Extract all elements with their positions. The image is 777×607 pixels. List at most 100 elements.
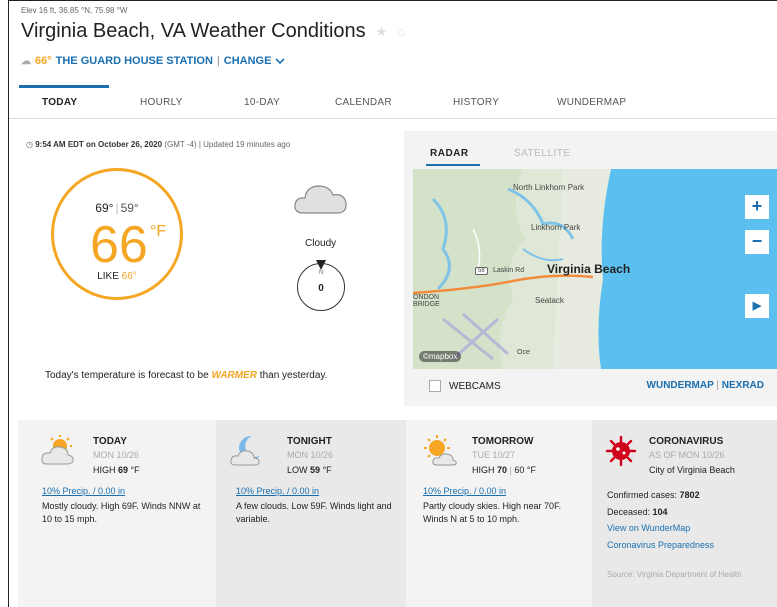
moon-cloud-icon: [230, 435, 260, 466]
card-hl-label: LOW: [287, 465, 308, 475]
high-low: 69° | 59°: [54, 201, 180, 215]
tab-radar[interactable]: RADAR: [430, 148, 469, 159]
radar-map[interactable]: North Linkhorn Park Linkhorn Park 58 Las…: [413, 169, 777, 369]
map-label-linkhorn: Linkhorn Park: [531, 223, 581, 232]
tab-10-day[interactable]: 10-DAY: [244, 97, 280, 108]
weather-page: Elev 16 ft, 36.85 °N, 75.98 °W Virginia …: [8, 0, 777, 607]
station-separator: |: [216, 55, 220, 67]
cloud-small-icon: ☁: [21, 55, 31, 67]
card-date: MON 10/26: [93, 450, 140, 460]
wundermap-corona-link[interactable]: View on WunderMap: [607, 523, 690, 533]
chevron-down-icon[interactable]: [275, 57, 286, 65]
card-date: TUE 10/27: [472, 450, 516, 460]
tab-satellite[interactable]: SATELLITE: [514, 148, 571, 159]
card-high-low: LOW 59 °F: [287, 465, 332, 475]
forecast-word: WARMER: [211, 370, 258, 381]
corona-as-of: AS OF MON 10/26: [649, 450, 725, 460]
sun-cloud-icon: [424, 435, 457, 466]
clock-icon: ◷: [26, 140, 33, 149]
map-label-laskin: Laskin Rd: [493, 267, 525, 274]
active-tab-indicator: [19, 85, 109, 88]
hilo-divider: |: [115, 201, 119, 215]
webcams-label: WEBCAMS: [449, 380, 501, 392]
deceased-label: Deceased:: [607, 507, 651, 517]
change-station-button[interactable]: CHANGE: [224, 55, 272, 67]
wundermap-link[interactable]: WUNDERMAP: [647, 380, 714, 391]
forecast-card-today: TODAY MON 10/26 HIGH 69 °F 10% Precip. /…: [18, 420, 216, 607]
temperature-unit: °F: [150, 223, 167, 240]
cloudy-icon: [294, 185, 347, 214]
deceased-value: 104: [652, 507, 668, 517]
updated-time: ◷ 9:54 AM EDT on October 26, 2020 (GMT -…: [26, 140, 290, 149]
timezone: (GMT -4): [164, 140, 197, 149]
webcams-toggle[interactable]: WEBCAMS: [429, 380, 501, 392]
elevation-coordinates: Elev 16 ft, 36.85 °N, 75.98 °W: [21, 6, 128, 15]
tab-hourly[interactable]: HOURLY: [140, 97, 183, 108]
card-hl-value: 70: [497, 465, 508, 475]
observation-time: 9:54 AM EDT on October 26, 2020: [35, 140, 163, 149]
card-high-low: HIGH 70 | 60 °F: [472, 465, 536, 475]
wind-speed: 0: [318, 283, 324, 294]
play-animation-button[interactable]: ▶: [745, 294, 769, 318]
feels-like: LIKE 66°: [54, 271, 180, 282]
zoom-out-button[interactable]: −: [745, 230, 769, 254]
map-links: WUNDERMAP | NEXRAD: [647, 380, 764, 391]
condition-label: Cloudy: [305, 238, 337, 249]
tab-today[interactable]: TODAY: [42, 97, 77, 108]
preparedness-link[interactable]: Coronavirus Preparedness: [607, 540, 714, 550]
precip-link[interactable]: 10% Precip. / 0.00 in: [42, 486, 125, 496]
card-title: TOMORROW: [472, 436, 534, 447]
precip-link[interactable]: 10% Precip. / 0.00 in: [423, 486, 506, 496]
map-tab-indicator: [426, 164, 480, 166]
card-description: Mostly cloudy. High 69F. Winds NNW at 10…: [42, 501, 201, 525]
forecast-prefix: Today's temperature is forecast to be: [45, 370, 209, 381]
corona-source: Source: Virginia Department of Health: [607, 570, 742, 579]
forecast-cards: TODAY MON 10/26 HIGH 69 °F 10% Precip. /…: [18, 420, 777, 607]
tab-history[interactable]: HISTORY: [453, 97, 499, 108]
webcams-checkbox[interactable]: [429, 380, 441, 392]
home-icon[interactable]: ⌂: [397, 24, 405, 39]
wind-north-label: N: [319, 270, 324, 276]
station-temp: 66°: [35, 55, 52, 67]
map-label-oce: Oce: [517, 349, 530, 356]
precip-link[interactable]: 10% Precip. / 0.00 in: [236, 486, 319, 496]
card-date: MON 10/26: [287, 450, 334, 460]
coronavirus-card: CORONAVIRUS AS OF MON 10/26 City of Virg…: [592, 420, 777, 607]
star-icon[interactable]: ★: [376, 24, 388, 40]
partly-cloudy-sun-icon: [41, 435, 74, 465]
station-name: THE GUARD HOUSE STATION: [55, 55, 213, 67]
confirmed-value: 7802: [679, 490, 700, 500]
today-high: 69°: [95, 201, 114, 215]
virus-icon: [605, 435, 637, 467]
deceased: Deceased: 104: [607, 507, 668, 517]
card-title: TODAY: [93, 436, 127, 447]
confirmed-label: Confirmed cases:: [607, 490, 678, 500]
card-high-low: HIGH 69 °F: [93, 465, 140, 475]
forecast-card-tomorrow: TOMORROW TUE 10/27 HIGH 70 | 60 °F 10% P…: [406, 420, 592, 607]
feels-like-label: LIKE: [97, 271, 119, 282]
wind-compass: N 0: [297, 260, 345, 311]
map-label-seatack: Seatack: [535, 296, 564, 305]
nexrad-link[interactable]: NEXRAD: [722, 380, 764, 391]
wind-direction-arrow-icon: [316, 260, 326, 270]
card-hl-low: 60 °F: [514, 465, 537, 475]
feels-like-value: 66°: [121, 271, 137, 282]
route-shield-icon: 58: [475, 267, 488, 275]
card-title: CORONAVIRUS: [649, 436, 724, 447]
tab-bar: TODAY HOURLY 10-DAY CALENDAR HISTORY WUN…: [9, 85, 777, 119]
zoom-in-button[interactable]: +: [745, 195, 769, 219]
card-hl-value: 69: [118, 465, 129, 475]
map-links-divider: |: [716, 380, 719, 391]
map-label-london-bridge: ONDON BRIDGE: [413, 294, 440, 308]
mapbox-logo[interactable]: ©mapbox: [419, 351, 462, 362]
today-low: 59°: [120, 201, 139, 215]
tab-calendar[interactable]: CALENDAR: [335, 97, 392, 108]
card-hl-unit: °F: [322, 465, 332, 475]
tab-wundermap[interactable]: WUNDERMAP: [557, 97, 626, 108]
station-selector: ☁ 66° THE GUARD HOUSE STATION | CHANGE: [21, 55, 286, 67]
title-row: Virginia Beach, VA Weather Conditions ★ …: [21, 20, 405, 43]
forecast-card-tonight: TONIGHT MON 10/26 LOW 59 °F 10% Precip. …: [216, 420, 406, 607]
card-title: TONIGHT: [287, 436, 332, 447]
updated-ago: | Updated 19 minutes ago: [198, 140, 291, 149]
forecast-comparison: Today's temperature is forecast to be WA…: [45, 370, 327, 381]
